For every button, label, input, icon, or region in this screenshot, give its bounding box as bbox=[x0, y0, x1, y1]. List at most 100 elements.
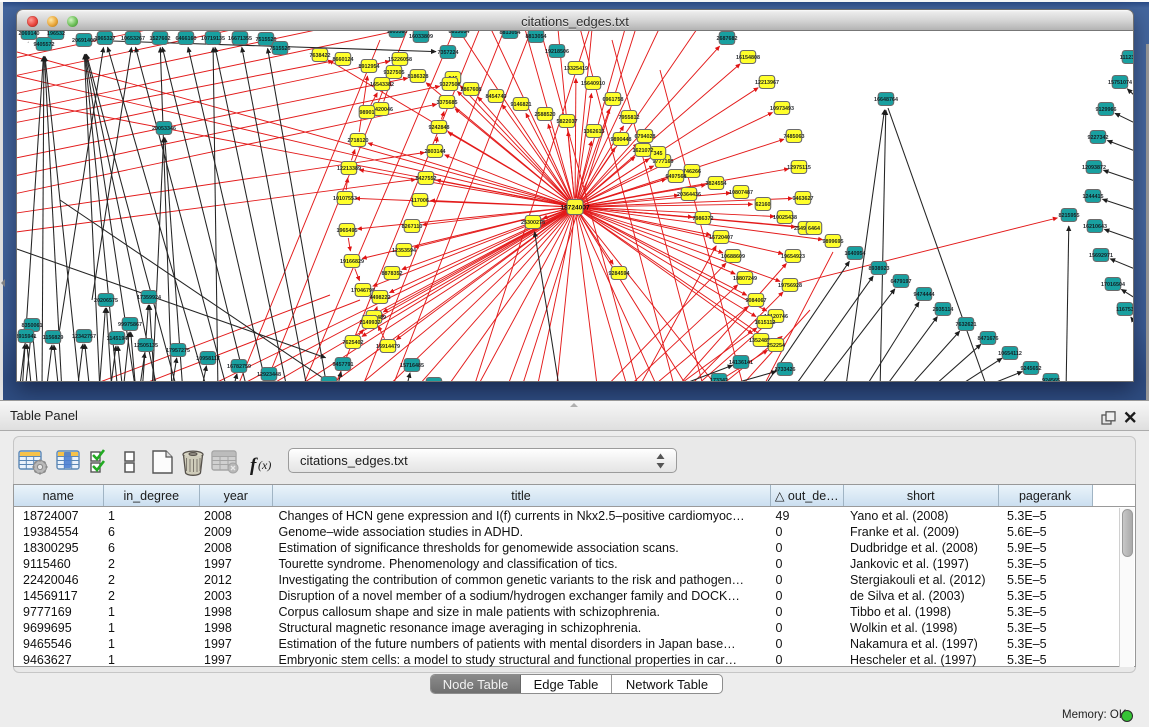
svg-text:1244415: 1244415 bbox=[1083, 194, 1104, 200]
svg-text:1362615: 1362615 bbox=[584, 129, 605, 135]
svg-text:8912954: 8912954 bbox=[359, 64, 380, 70]
svg-text:3915941: 3915941 bbox=[17, 334, 37, 340]
svg-text:9327505: 9327505 bbox=[384, 70, 405, 76]
svg-text:19654923: 19654923 bbox=[781, 254, 805, 260]
svg-text:945779: 945779 bbox=[320, 381, 338, 382]
svg-text:10807487: 10807487 bbox=[729, 190, 753, 196]
svg-text:8813054: 8813054 bbox=[449, 31, 470, 35]
svg-text:12923448: 12923448 bbox=[257, 372, 281, 378]
svg-text:12093872: 12093872 bbox=[1082, 165, 1106, 171]
svg-text:20691406: 20691406 bbox=[72, 38, 96, 44]
svg-text:9327508: 9327508 bbox=[440, 82, 461, 88]
svg-text:15640910: 15640910 bbox=[581, 81, 605, 87]
svg-text:15751074: 15751074 bbox=[1108, 80, 1132, 86]
svg-text:2687682: 2687682 bbox=[717, 36, 738, 42]
svg-text:12975115: 12975115 bbox=[787, 165, 811, 171]
svg-text:10025438: 10025438 bbox=[773, 215, 797, 221]
svg-text:16671355: 16671355 bbox=[228, 36, 252, 42]
svg-text:17359924: 17359924 bbox=[137, 295, 161, 301]
svg-text:9245652: 9245652 bbox=[1021, 366, 1042, 372]
svg-text:15226058: 15226058 bbox=[388, 57, 412, 63]
svg-text:7955812: 7955812 bbox=[619, 115, 640, 121]
svg-text:f: f bbox=[250, 455, 258, 476]
svg-text:1640954: 1640954 bbox=[845, 251, 866, 257]
svg-text:8215955: 8215955 bbox=[1059, 213, 1080, 219]
svg-text:7638422: 7638422 bbox=[310, 53, 331, 59]
svg-text:25300275: 25300275 bbox=[521, 220, 545, 226]
svg-text:16210643: 16210643 bbox=[1083, 224, 1107, 230]
svg-text:16648764: 16648764 bbox=[874, 97, 898, 103]
svg-text:345: 345 bbox=[654, 151, 663, 157]
svg-text:1621072: 1621072 bbox=[633, 148, 654, 154]
svg-text:8186328: 8186328 bbox=[408, 74, 429, 80]
svg-text:6479197: 6479197 bbox=[891, 279, 912, 285]
svg-text:9084067: 9084067 bbox=[746, 298, 767, 304]
svg-text:196532: 196532 bbox=[47, 31, 65, 37]
svg-text:2718120: 2718120 bbox=[348, 138, 369, 144]
svg-text:17046798: 17046798 bbox=[351, 288, 375, 294]
svg-text:1603380: 1603380 bbox=[387, 31, 408, 35]
svg-text:10688609: 10688609 bbox=[721, 254, 745, 260]
svg-text:20206575: 20206575 bbox=[94, 298, 118, 304]
svg-text:12213389: 12213389 bbox=[337, 166, 361, 172]
svg-text:1527602: 1527602 bbox=[150, 36, 171, 42]
svg-text:15716485: 15716485 bbox=[400, 363, 424, 369]
svg-text:9242848: 9242848 bbox=[429, 125, 450, 131]
svg-text:12505135: 12505135 bbox=[134, 343, 158, 349]
svg-text:18807249: 18807249 bbox=[733, 276, 757, 282]
svg-text:62160: 62160 bbox=[756, 202, 771, 208]
svg-text:15720407: 15720407 bbox=[709, 235, 733, 241]
svg-text:1733426: 1733426 bbox=[775, 367, 796, 373]
svg-text:9890448: 9890448 bbox=[611, 137, 632, 143]
svg-text:8660124: 8660124 bbox=[333, 57, 354, 63]
svg-text:8813054: 8813054 bbox=[500, 31, 521, 36]
svg-text:8454749: 8454749 bbox=[486, 94, 507, 100]
svg-text:9146821: 9146821 bbox=[511, 102, 532, 108]
svg-text:15692971: 15692971 bbox=[1089, 253, 1113, 259]
svg-text:18724007: 18724007 bbox=[560, 205, 590, 212]
svg-text:1156829: 1156829 bbox=[43, 335, 64, 341]
svg-text:1615112: 1615112 bbox=[755, 320, 776, 326]
svg-text:1965495: 1965495 bbox=[337, 228, 358, 234]
svg-text:19756928: 19756928 bbox=[778, 283, 802, 289]
svg-text:2867608: 2867608 bbox=[461, 87, 482, 93]
svg-text:98901: 98901 bbox=[360, 110, 375, 116]
svg-text:8878352: 8878352 bbox=[382, 271, 403, 277]
svg-text:8938923: 8938923 bbox=[869, 266, 890, 272]
svg-text:9129966: 9129966 bbox=[1096, 107, 1117, 113]
svg-text:3824554: 3824554 bbox=[706, 181, 727, 187]
svg-text:7632621: 7632621 bbox=[956, 322, 977, 328]
svg-text:19166829: 19166829 bbox=[340, 259, 364, 265]
svg-text:10107553: 10107553 bbox=[333, 196, 357, 202]
svg-text:10973493: 10973493 bbox=[770, 106, 794, 112]
svg-text:8350061: 8350061 bbox=[22, 323, 43, 329]
svg-text:2149937: 2149937 bbox=[360, 320, 381, 326]
svg-text:14136141: 14136141 bbox=[729, 360, 753, 366]
svg-text:9899695: 9899695 bbox=[823, 239, 844, 245]
svg-text:16782759: 16782759 bbox=[227, 364, 251, 370]
svg-text:3375685: 3375685 bbox=[437, 100, 458, 106]
svg-text:8813054: 8813054 bbox=[526, 34, 547, 40]
svg-text:4498222: 4498222 bbox=[370, 295, 391, 301]
svg-text:9227342: 9227342 bbox=[1088, 135, 1109, 141]
svg-text:10719135: 10719135 bbox=[201, 36, 225, 42]
svg-text:7625402: 7625402 bbox=[343, 340, 364, 346]
svg-text:8267110: 8267110 bbox=[402, 224, 423, 230]
svg-text:20364436: 20364436 bbox=[677, 192, 701, 198]
svg-text:117006: 117006 bbox=[411, 198, 429, 204]
svg-text:9457791: 9457791 bbox=[333, 362, 354, 368]
svg-text:252254: 252254 bbox=[767, 343, 785, 349]
svg-text:10653267: 10653267 bbox=[121, 36, 145, 42]
svg-text:1965327: 1965327 bbox=[95, 36, 116, 42]
svg-text:16914479: 16914479 bbox=[376, 344, 400, 350]
svg-text:16033809: 16033809 bbox=[409, 34, 433, 40]
svg-text:20053346: 20053346 bbox=[152, 126, 176, 132]
svg-text:7515526: 7515526 bbox=[270, 46, 291, 52]
svg-text:10958117: 10958117 bbox=[196, 356, 220, 362]
svg-text:116753: 116753 bbox=[1116, 307, 1134, 313]
svg-text:173342: 173342 bbox=[710, 378, 728, 382]
svg-text:6464: 6464 bbox=[808, 226, 820, 232]
svg-text:6794028: 6794028 bbox=[635, 134, 656, 140]
svg-text:12342757: 12342757 bbox=[72, 334, 96, 340]
svg-text:6466160: 6466160 bbox=[176, 36, 197, 42]
